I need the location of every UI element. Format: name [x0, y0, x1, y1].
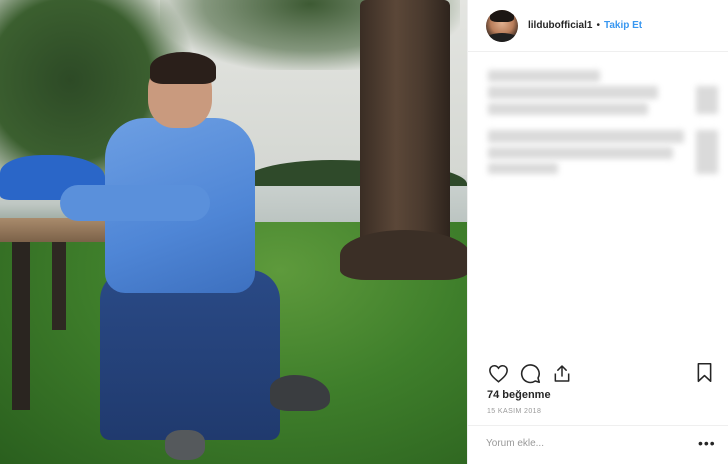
post-side-panel: lildubofficial1 • Takip Et 74 beğenme 15… [467, 0, 728, 464]
blurred-caption-line [488, 103, 648, 115]
action-bar [486, 360, 582, 386]
blurred-caption-line [696, 86, 718, 114]
heart-icon[interactable] [486, 361, 510, 385]
photo-table-leg [52, 240, 66, 330]
photo-person-hair [150, 52, 216, 84]
more-options-icon[interactable]: ••• [698, 436, 716, 450]
photo-tree-root [340, 230, 467, 280]
post-photo[interactable] [0, 0, 467, 464]
likes-count[interactable]: 74 beğenme [487, 389, 551, 401]
comment-input[interactable]: Yorum ekle... [486, 438, 544, 449]
share-icon[interactable] [550, 361, 574, 385]
blurred-caption-line [488, 147, 673, 159]
follow-button[interactable]: Takip Et [604, 20, 642, 31]
post-date: 15 KASIM 2018 [487, 408, 542, 415]
comment-icon[interactable] [518, 361, 542, 385]
post-header: lildubofficial1 • Takip Et [468, 0, 728, 52]
blurred-caption-line [488, 163, 558, 174]
photo-table-leg [12, 240, 30, 410]
blurred-caption-line [696, 130, 718, 174]
separator-dot: • [596, 20, 600, 31]
avatar-shirt [486, 32, 518, 42]
photo-person-jeans [100, 270, 280, 440]
username-link[interactable]: lildubofficial1 [528, 20, 592, 31]
bookmark-icon[interactable] [692, 360, 716, 384]
divider [468, 425, 728, 426]
avatar-hair [490, 9, 514, 22]
photo-person-shoe [165, 430, 205, 460]
photo-person-arm [60, 185, 210, 221]
blurred-caption-line [488, 86, 658, 99]
blurred-caption-line [488, 130, 684, 143]
blurred-caption-line [488, 70, 600, 82]
avatar[interactable] [486, 9, 518, 42]
